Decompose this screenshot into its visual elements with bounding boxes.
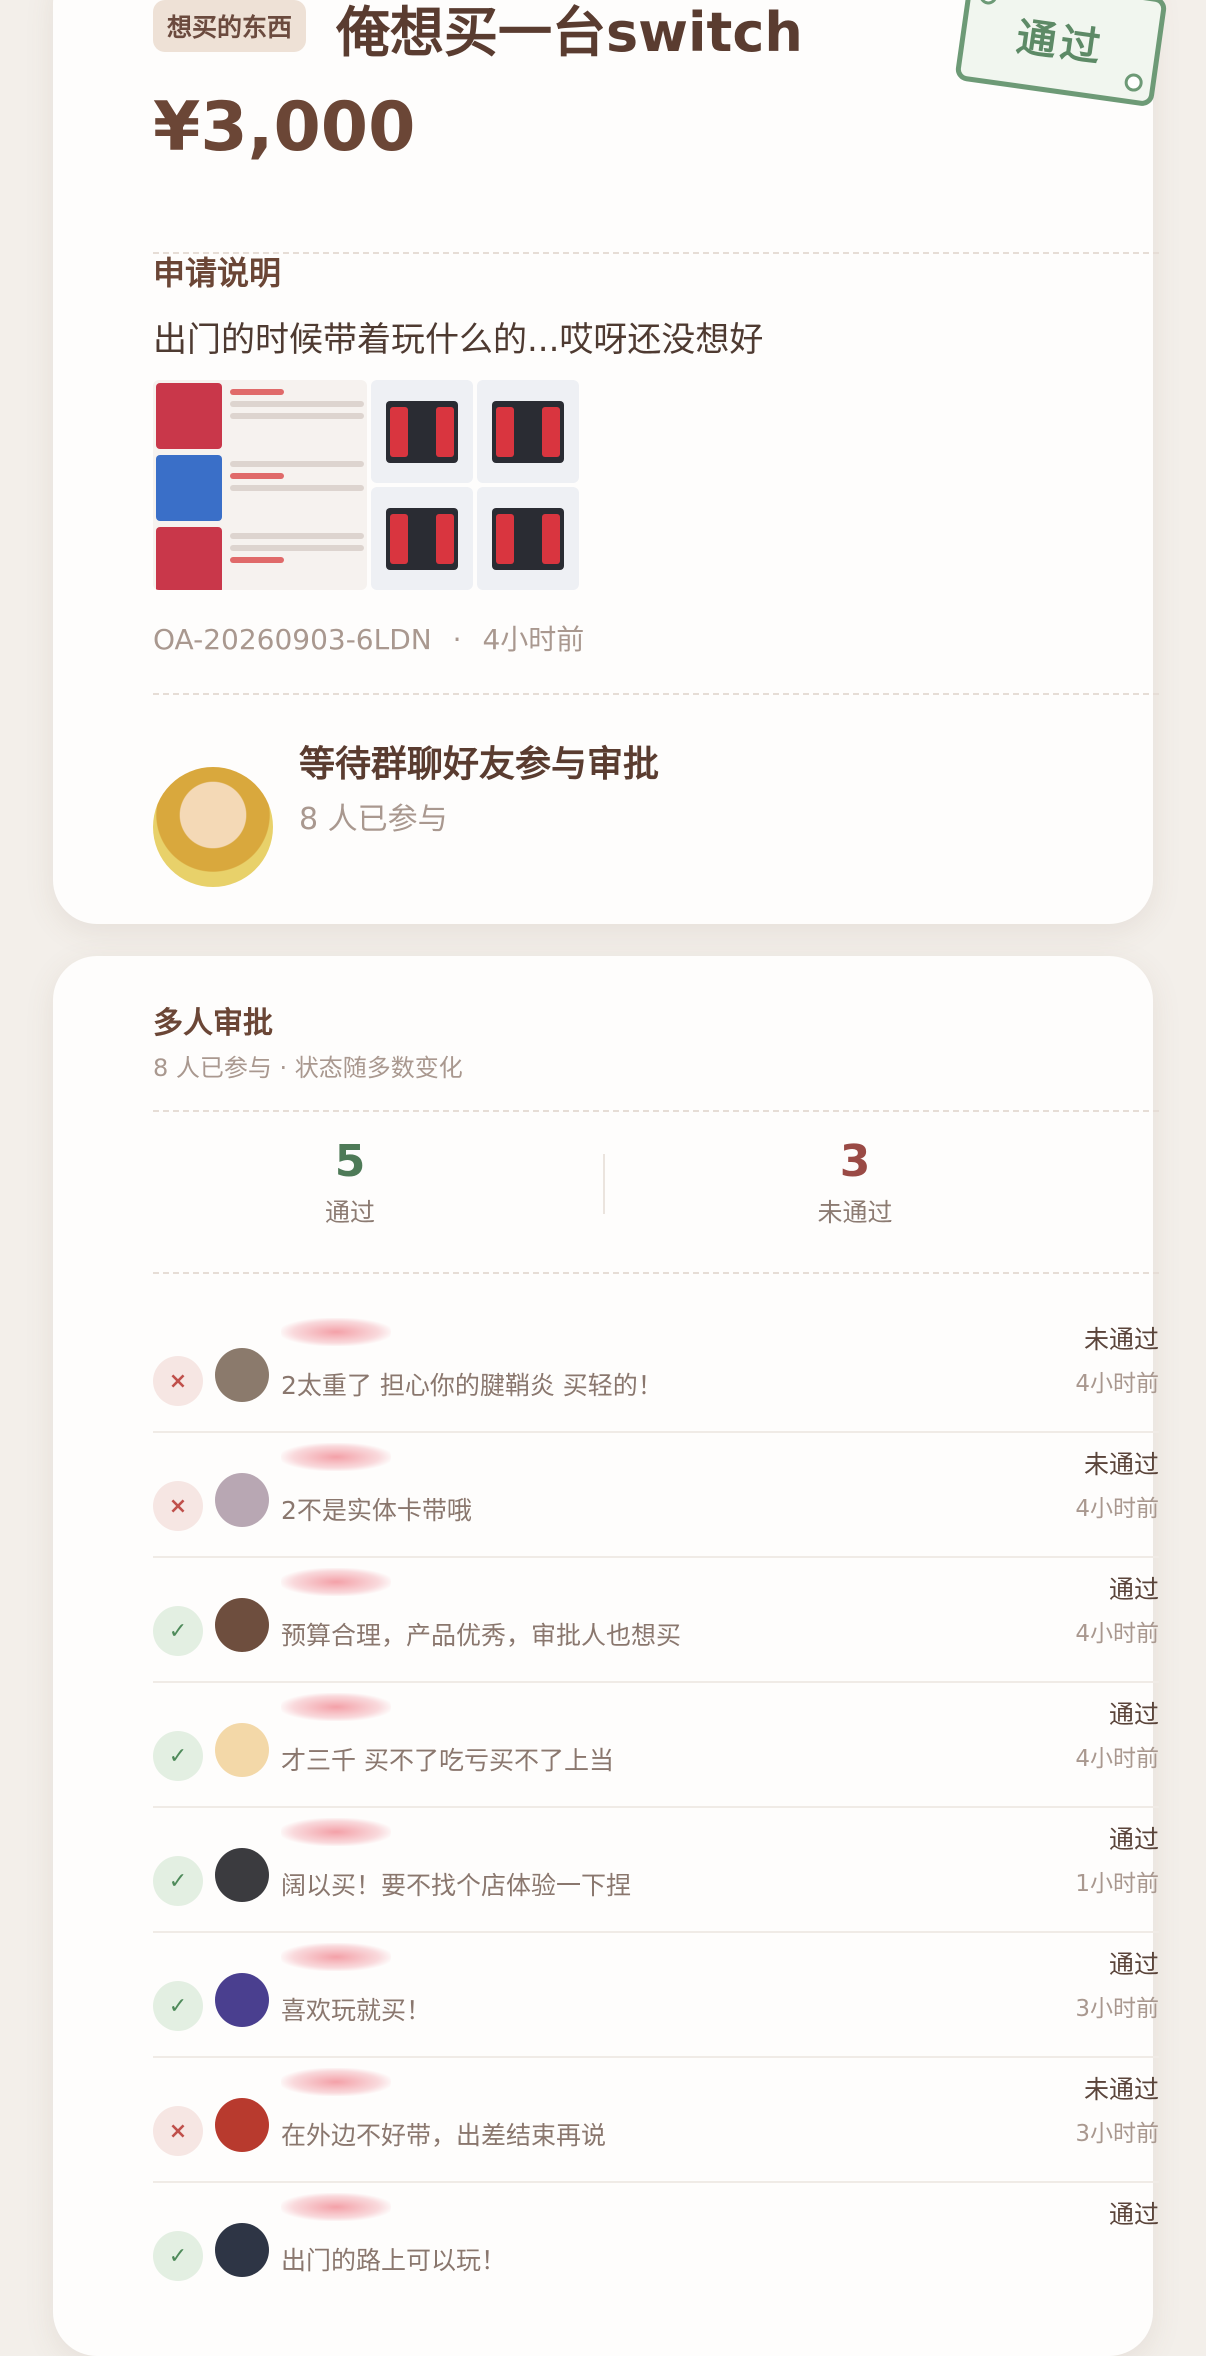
request-title: 俺想买一台switch bbox=[336, 1, 803, 64]
request-time: 4小时前 bbox=[482, 623, 585, 656]
vote-comment: 喜欢玩就买！ bbox=[281, 1996, 432, 2025]
voter-avatar[interactable] bbox=[215, 1723, 269, 1777]
vote-status: 未通过 bbox=[1083, 1450, 1159, 1479]
requester-avatar[interactable] bbox=[153, 767, 273, 887]
voter-name-redacted bbox=[281, 1818, 391, 1846]
vote-comment: 预算合理，产品优秀，审批人也想买 bbox=[281, 1621, 682, 1650]
check-icon: ✓ bbox=[153, 1981, 203, 2031]
voter-name-redacted bbox=[281, 2193, 391, 2221]
attachment-image-box[interactable] bbox=[477, 380, 579, 483]
attachment-image-list[interactable] bbox=[153, 380, 367, 590]
divider bbox=[153, 252, 1159, 254]
vote-row[interactable]: ✓ 阔以买！要不找个店体验一下捏 通过 1小时前 bbox=[153, 1808, 1159, 1933]
vote-row[interactable]: ✓ 出门的路上可以玩！ 通过 bbox=[153, 2183, 1159, 2306]
vote-time: 4小时前 bbox=[1075, 1746, 1159, 1772]
vote-row[interactable]: ✓ 预算合理，产品优秀，审批人也想买 通过 4小时前 bbox=[153, 1558, 1159, 1683]
vote-comment: 2太重了 担心你的腱鞘炎 买轻的！ bbox=[281, 1371, 663, 1400]
attachment-image-box[interactable] bbox=[477, 487, 579, 590]
request-meta: OA-20260903-6LDN · 4小时前 bbox=[153, 618, 584, 658]
pass-stat: 5 通过 bbox=[200, 1136, 500, 1229]
request-amount: ¥3,000 bbox=[153, 88, 416, 167]
divider bbox=[153, 1272, 1159, 1274]
request-card: 想买的东西 俺想买一台switch 通过 ¥3,000 申请说明 出门的时候带着… bbox=[53, 0, 1168, 924]
description-label-text: 申请说明 bbox=[153, 254, 282, 292]
approval-subtitle: 8 人已参与 · 状态随多数变化 bbox=[153, 1054, 463, 1082]
vote-row[interactable]: ✓ 喜欢玩就买！ 通过 3小时前 bbox=[153, 1933, 1159, 2058]
vote-comment: 才三千 买不了吃亏买不了上当 bbox=[281, 1746, 614, 1775]
voter-avatar[interactable] bbox=[215, 1973, 269, 2027]
fail-label: 未通过 bbox=[817, 1198, 893, 1227]
voter-avatar[interactable] bbox=[215, 1348, 269, 1402]
voter-name-redacted bbox=[281, 1568, 391, 1596]
vote-status: 通过 bbox=[1108, 1700, 1159, 1729]
voter-avatar[interactable] bbox=[215, 1473, 269, 1527]
vote-comment: 2不是实体卡带哦 bbox=[281, 1496, 472, 1525]
pass-label: 通过 bbox=[324, 1198, 375, 1227]
stamp-label: 通过 bbox=[1013, 14, 1108, 72]
stamp-hole-icon bbox=[1123, 72, 1144, 93]
check-icon: ✓ bbox=[153, 2231, 203, 2281]
vote-time: 3小时前 bbox=[1075, 2121, 1159, 2147]
voter-name-redacted bbox=[281, 1443, 391, 1471]
vote-time: 4小时前 bbox=[1075, 1621, 1159, 1647]
vote-list: × 2太重了 担心你的腱鞘炎 买轻的！ 未通过 4小时前 × 2不是实体卡带哦 未通过 4小时… bbox=[153, 1308, 1159, 2306]
close-icon: × bbox=[153, 1481, 203, 1531]
vote-comment: 出门的路上可以玩！ bbox=[281, 2246, 507, 2275]
vote-row[interactable]: × 2太重了 担心你的腱鞘炎 买轻的！ 未通过 4小时前 bbox=[153, 1308, 1159, 1433]
check-icon: ✓ bbox=[153, 1731, 203, 1781]
vote-status: 通过 bbox=[1108, 1825, 1159, 1854]
stat-separator bbox=[603, 1154, 605, 1214]
waiting-status: 等待群聊好友参与审批 bbox=[299, 744, 660, 785]
voter-name-redacted bbox=[281, 2068, 391, 2096]
vote-time: 4小时前 bbox=[1075, 1371, 1159, 1397]
vote-row[interactable]: × 2不是实体卡带哦 未通过 4小时前 bbox=[153, 1433, 1159, 1558]
vote-comment: 在外边不好带，出差结束再说 bbox=[281, 2121, 607, 2150]
request-id: OA-20260903-6LDN bbox=[153, 623, 432, 656]
voter-name-redacted bbox=[281, 1693, 391, 1721]
check-icon: ✓ bbox=[153, 1856, 203, 1906]
stamp-hole-icon bbox=[978, 0, 999, 6]
category-tag: 想买的东西 bbox=[153, 0, 307, 52]
vote-time: 3小时前 bbox=[1075, 1996, 1159, 2022]
description-label: 申请说明 bbox=[153, 246, 281, 292]
voter-avatar[interactable] bbox=[215, 2223, 269, 2277]
vote-row[interactable]: × 在外边不好带，出差结束再说 未通过 3小时前 bbox=[153, 2058, 1159, 2183]
check-icon: ✓ bbox=[153, 1606, 203, 1656]
attachment-thumbnails[interactable] bbox=[153, 380, 585, 590]
vote-status: 通过 bbox=[1108, 1575, 1159, 1604]
vote-time: 4小时前 bbox=[1075, 1496, 1159, 1522]
divider bbox=[153, 1110, 1159, 1112]
voter-avatar[interactable] bbox=[215, 1598, 269, 1652]
pass-count: 5 bbox=[334, 1136, 366, 1187]
vote-comment: 阔以买！要不找个店体验一下捏 bbox=[281, 1871, 632, 1900]
participant-count: 8 人已参与 bbox=[299, 802, 448, 837]
vote-status: 未通过 bbox=[1083, 2075, 1159, 2104]
vote-row[interactable]: ✓ 才三千 买不了吃亏买不了上当 通过 4小时前 bbox=[153, 1683, 1159, 1808]
approval-card: 多人审批 8 人已参与 · 状态随多数变化 5 通过 3 未通过 × 2太重了 担… bbox=[53, 956, 1159, 2356]
close-icon: × bbox=[153, 1356, 203, 1406]
close-icon: × bbox=[153, 2106, 203, 2156]
voter-name-redacted bbox=[281, 1318, 391, 1346]
fail-count: 3 bbox=[839, 1136, 871, 1187]
vote-time: 1小时前 bbox=[1075, 1871, 1159, 1897]
attachment-image-box[interactable] bbox=[371, 487, 473, 590]
fail-stat: 3 未通过 bbox=[705, 1136, 1005, 1229]
request-description: 出门的时候带着玩什么的...哎呀还没想好 bbox=[153, 320, 764, 360]
approval-title: 多人审批 bbox=[153, 1006, 273, 1041]
voter-name-redacted bbox=[281, 1943, 391, 1971]
approved-stamp: 通过 bbox=[954, 0, 1168, 108]
meta-separator: · bbox=[452, 623, 462, 656]
attachment-image-box[interactable] bbox=[371, 380, 473, 483]
vote-status: 通过 bbox=[1108, 2200, 1159, 2229]
divider bbox=[153, 693, 1159, 695]
voter-avatar[interactable] bbox=[215, 2098, 269, 2152]
vote-status: 未通过 bbox=[1083, 1325, 1159, 1354]
vote-status: 通过 bbox=[1108, 1950, 1159, 1979]
voter-avatar[interactable] bbox=[215, 1848, 269, 1902]
